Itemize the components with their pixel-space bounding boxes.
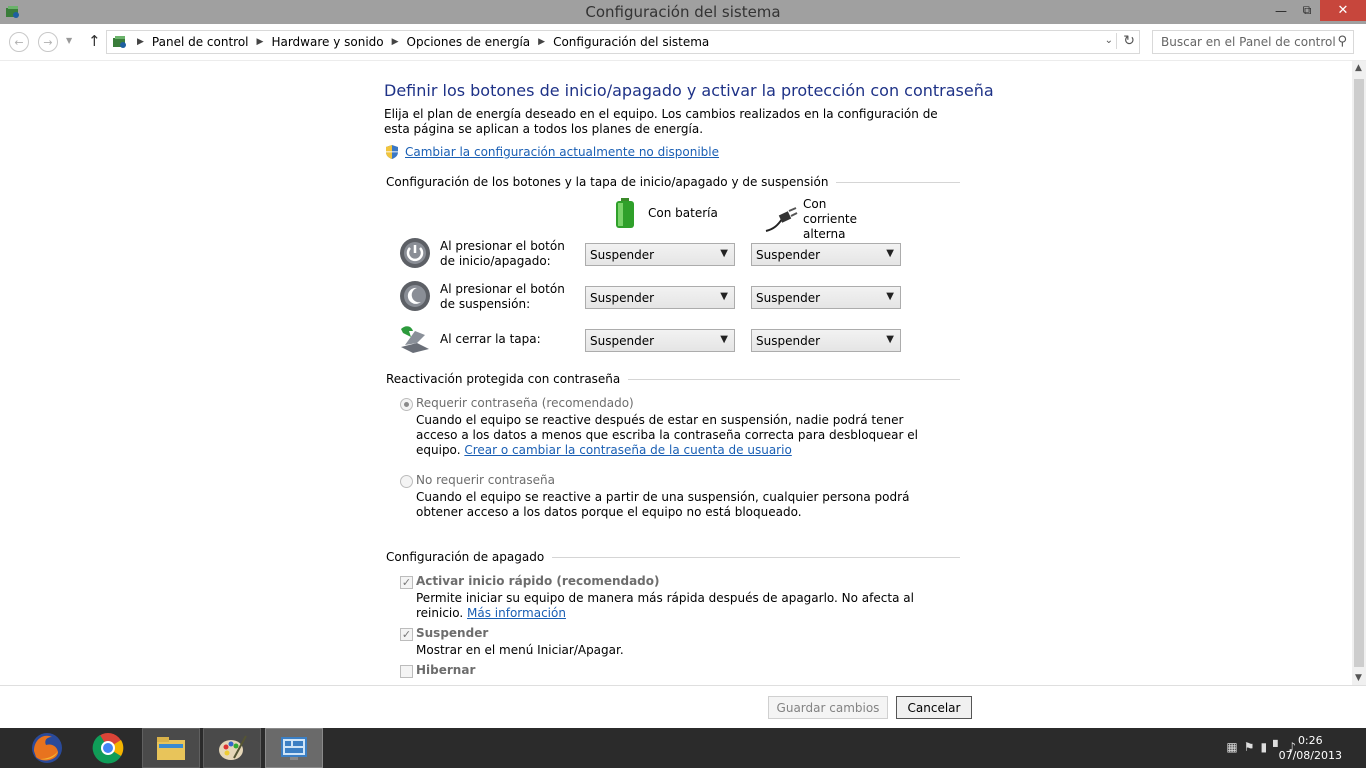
- chevron-right-icon[interactable]: ▶: [392, 37, 399, 47]
- require-password-radio[interactable]: [400, 398, 413, 411]
- vertical-scrollbar[interactable]: ▲ ▼: [1352, 61, 1366, 685]
- scroll-down-icon[interactable]: ▼: [1355, 673, 1362, 683]
- navigation-bar: ← → ▼ ↑ ▶ Panel de control ▶ Hardware y …: [0, 24, 1366, 61]
- power-button-ac-select[interactable]: Suspender ▼: [751, 243, 901, 266]
- network-icon[interactable]: ▦: [1226, 740, 1237, 754]
- taskbar: ▦ ⚑ ▮ ▘ ♪ 0:26 07/08/2013: [0, 728, 1366, 768]
- file-explorer-icon[interactable]: [142, 728, 200, 768]
- back-button[interactable]: ←: [9, 32, 29, 52]
- chevron-down-icon: ▼: [720, 248, 728, 259]
- fast-startup-description: Permite iniciar su equipo de manera más …: [416, 591, 914, 620]
- shutdown-section-header: Configuración de apagado: [386, 550, 960, 564]
- close-lid-battery-select[interactable]: Suspender ▼: [585, 329, 735, 352]
- power-button-icon: [400, 238, 430, 268]
- password-section-header: Reactivación protegida con contraseña: [386, 372, 960, 386]
- chevron-down-icon[interactable]: ⌄: [1105, 35, 1113, 46]
- address-bar[interactable]: ▶ Panel de control ▶ Hardware y sonido ▶…: [106, 30, 1140, 54]
- ac-column-header: Con corriente alterna: [764, 197, 883, 242]
- scroll-up-icon[interactable]: ▲: [1355, 63, 1362, 73]
- window-title: Configuración del sistema: [585, 3, 781, 21]
- search-input[interactable]: Buscar en el Panel de control ⚲: [1152, 30, 1354, 54]
- battery-icon: [616, 198, 634, 228]
- sleep-button-label: Al presionar el botón de suspensión:: [440, 282, 565, 311]
- sleep-button-icon: [400, 281, 430, 311]
- forward-button[interactable]: →: [38, 32, 58, 52]
- control-panel-taskbar-icon[interactable]: [265, 728, 323, 768]
- chevron-right-icon[interactable]: ▶: [137, 37, 144, 47]
- close-lid-ac-select[interactable]: Suspender ▼: [751, 329, 901, 352]
- main-content: Definir los botones de inicio/apagado y …: [0, 61, 1352, 685]
- cancel-button[interactable]: Cancelar: [896, 696, 972, 719]
- minimize-button[interactable]: —: [1268, 0, 1294, 21]
- action-center-icon[interactable]: ⚑: [1244, 740, 1255, 754]
- chevron-down-icon: ▼: [886, 334, 894, 345]
- restore-button[interactable]: ⧉: [1294, 0, 1320, 21]
- save-changes-button[interactable]: Guardar cambios: [768, 696, 888, 719]
- more-info-link[interactable]: Más información: [467, 606, 566, 620]
- no-password-radio[interactable]: [400, 475, 413, 488]
- chevron-down-icon: ▼: [886, 291, 894, 302]
- uac-shield-icon: [386, 145, 398, 159]
- require-password-description: Cuando el equipo se reactive después de …: [416, 413, 918, 457]
- sleep-button-battery-select[interactable]: Suspender ▼: [585, 286, 735, 309]
- fast-startup-label: Activar inicio rápido (recomendado): [416, 574, 660, 588]
- chevron-right-icon[interactable]: ▶: [257, 37, 264, 47]
- hibernate-label: Hibernar: [416, 663, 476, 677]
- close-lid-label: Al cerrar la tapa:: [440, 332, 541, 346]
- power-button-label: Al presionar el botón de inicio/apagado:: [440, 239, 565, 268]
- clock-date: 07/08/2013: [1278, 749, 1342, 762]
- intro-text: Elija el plan de energía deseado en el e…: [384, 107, 938, 136]
- breadcrumb-control-panel[interactable]: Panel de control: [152, 35, 249, 49]
- sleep-button-ac-select[interactable]: Suspender ▼: [751, 286, 901, 309]
- sleep-label: Suspender: [416, 626, 489, 640]
- battery-column-header: Con batería: [614, 197, 718, 229]
- hibernate-checkbox[interactable]: [400, 665, 413, 678]
- chevron-right-icon[interactable]: ▶: [538, 37, 545, 47]
- scroll-thumb[interactable]: [1354, 79, 1364, 667]
- buttons-section-header: Configuración de los botones y la tapa d…: [386, 175, 960, 189]
- breadcrumb-power-options[interactable]: Opciones de energía: [407, 35, 531, 49]
- chevron-down-icon: ▼: [720, 334, 728, 345]
- battery-tray-icon[interactable]: ▮: [1260, 740, 1267, 754]
- sleep-checkbox[interactable]: ✓: [400, 628, 413, 641]
- fast-startup-checkbox[interactable]: ✓: [400, 576, 413, 589]
- change-settings-link[interactable]: Cambiar la configuración actualmente no …: [405, 145, 719, 159]
- no-password-description: Cuando el equipo se reactive a partir de…: [416, 490, 910, 519]
- up-arrow-icon[interactable]: ↑: [88, 32, 101, 50]
- clock-time: 0:26: [1297, 734, 1323, 747]
- power-plug-icon: [765, 206, 798, 232]
- recent-locations-chevron-icon[interactable]: ▼: [66, 36, 72, 45]
- page-title: Definir los botones de inicio/apagado y …: [384, 81, 994, 100]
- laptop-lid-icon: [401, 326, 429, 353]
- footer: Guardar cambios Cancelar: [0, 685, 1366, 728]
- change-password-link[interactable]: Crear o cambiar la contraseña de la cuen…: [464, 443, 791, 457]
- close-button[interactable]: ✕: [1320, 0, 1366, 21]
- firefox-icon[interactable]: [18, 728, 76, 768]
- refresh-icon[interactable]: ↻: [1116, 33, 1135, 49]
- require-password-label: Requerir contraseña (recomendado): [416, 396, 634, 410]
- clock[interactable]: 0:26 07/08/2013: [1279, 733, 1342, 763]
- breadcrumb-system-settings[interactable]: Configuración del sistema: [553, 35, 709, 49]
- chrome-icon[interactable]: [79, 728, 137, 768]
- power-button-battery-select[interactable]: Suspender ▼: [585, 243, 735, 266]
- chevron-down-icon: ▼: [720, 291, 728, 302]
- search-placeholder: Buscar en el Panel de control: [1161, 35, 1336, 49]
- sleep-description: Mostrar en el menú Iniciar/Apagar.: [416, 643, 624, 657]
- chevron-down-icon: ▼: [886, 248, 894, 259]
- control-panel-icon: [6, 6, 19, 18]
- search-icon[interactable]: ⚲: [1337, 34, 1347, 49]
- title-bar: Configuración del sistema — ⧉ ✕: [0, 0, 1366, 24]
- breadcrumb-hardware-sound[interactable]: Hardware y sonido: [271, 35, 383, 49]
- paint-icon[interactable]: [203, 728, 261, 768]
- no-password-label: No requerir contraseña: [416, 473, 555, 487]
- control-panel-icon: [113, 36, 126, 48]
